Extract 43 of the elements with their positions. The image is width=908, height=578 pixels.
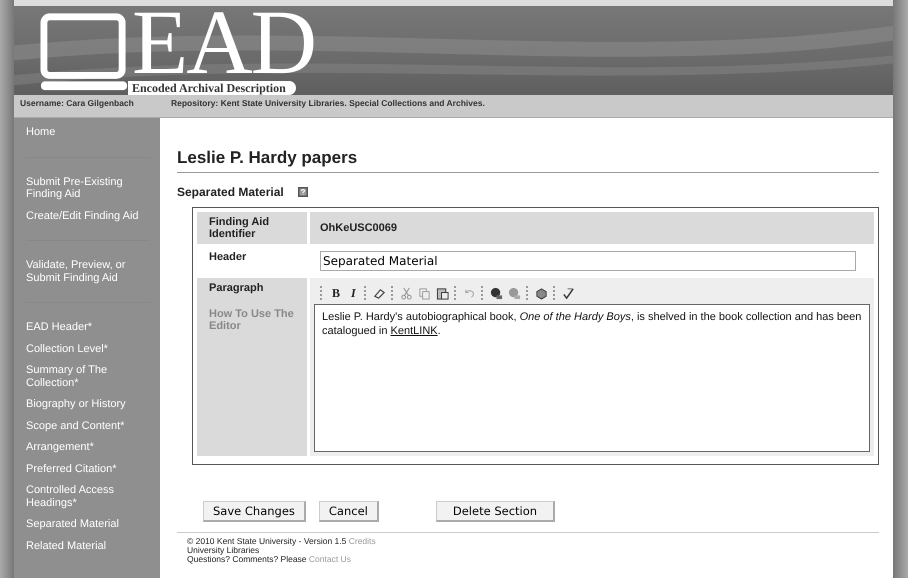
sidebar-link[interactable]: Biography or History (26, 398, 150, 410)
sidebar-link[interactable]: Create/Edit Finding Aid (26, 210, 150, 222)
header-input[interactable]: Separated Material (320, 251, 856, 271)
copyright-text: © 2010 Kent State University - Version 1.5 (187, 536, 346, 546)
sidebar-link[interactable]: Submit Pre-Existing Finding Aid (26, 176, 150, 200)
text-editor[interactable]: Leslie P. Hardy's autobiographical book, One of the Hardy Boys, is shelved in the book collection and has been catalogued in KentLINK. (314, 304, 870, 452)
repository-text: Repository: Kent State University Libraries. Special Collections and Archives. (171, 98, 485, 108)
sidebar-link[interactable]: Summary of The Collection* (26, 364, 150, 389)
org-text: University Libraries (187, 545, 260, 555)
credits-link[interactable]: Credits (348, 536, 376, 546)
page-title: Leslie P. Hardy papers (177, 148, 879, 173)
sidebar-link[interactable]: Related Material (26, 540, 150, 552)
sidebar-link[interactable]: Scope and Content* (26, 420, 150, 432)
sidebar-link[interactable]: Separated Material (26, 518, 150, 530)
paragraph-text: Leslie P. Hardy's autobiographical book, One of the Hardy Boys, is shelved in the book collection and has been catalogued in KentLINK. (322, 310, 862, 338)
text-link[interactable]: KentLINK (390, 325, 438, 337)
spellcheck-icon[interactable] (562, 286, 575, 300)
sidebar-link[interactable]: Collection Level* (26, 342, 150, 355)
eraser-icon[interactable] (372, 286, 386, 300)
field-label: Finding Aid Identifier (197, 212, 307, 244)
help-link[interactable]: How To Use The Editor (209, 308, 295, 332)
username-text: Username: Cara Gilgenbach (19, 98, 135, 108)
paste-icon[interactable] (436, 286, 449, 300)
sidebar-link[interactable]: Home (26, 126, 150, 138)
section-title: Separated Material (177, 185, 284, 199)
field-label: Header (208, 250, 248, 265)
sidebar-link[interactable]: Validate, Preview, or Submit Finding Aid (26, 259, 150, 284)
sidebar-link[interactable]: Arrangement* (26, 441, 150, 454)
help-icon[interactable] (298, 187, 308, 197)
form-button[interactable]: Cancel (318, 501, 379, 522)
identifier-value: OhKeUSC0069 (310, 212, 874, 244)
contact-link[interactable]: Contact Us (308, 554, 351, 564)
format-button[interactable]: B (329, 286, 344, 300)
question-text: Questions? Comments? Please (187, 554, 307, 564)
sidebar-link[interactable]: EAD Header* (26, 321, 150, 334)
form-button[interactable]: Delete Section (436, 501, 556, 522)
format-button[interactable]: I (348, 286, 359, 300)
form-button[interactable]: Save Changes (203, 501, 306, 522)
monitor-icon (40, 12, 128, 92)
field-label: Paragraph (209, 282, 264, 294)
sidebar-link[interactable]: Controlled Access Headings* (26, 484, 150, 509)
sidebar-link[interactable]: Preferred Citation* (26, 462, 150, 475)
logo-subtitle: Encoded Archival Description (128, 81, 296, 95)
